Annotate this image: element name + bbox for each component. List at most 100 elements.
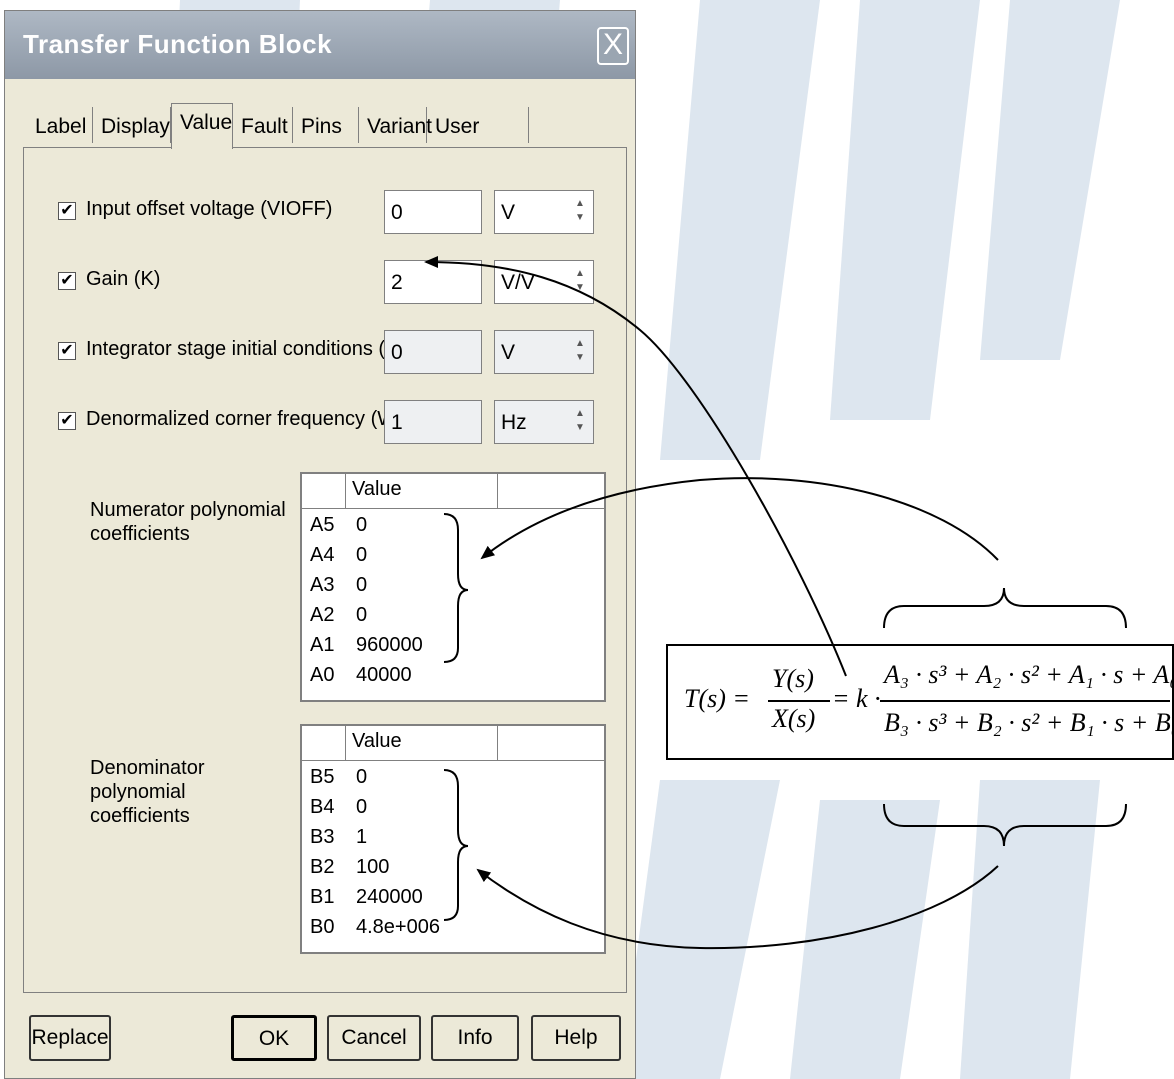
tab-fault[interactable]: Fault	[233, 107, 293, 143]
table-row[interactable]: B4 0	[302, 794, 602, 824]
title-bar[interactable]: Transfer Function Block X	[5, 11, 635, 79]
gain-unit-label: V/V	[501, 271, 535, 294]
spinner-icon[interactable]: ▲ ▼	[573, 267, 587, 297]
fraction-bar-poly	[880, 700, 1170, 702]
param-row-gain: ✔ Gain (K) 2 V/V ▲ ▼	[24, 260, 628, 310]
header-empty-cell	[498, 474, 604, 508]
tab-pins[interactable]: Pins	[293, 107, 359, 143]
coef-name: B3	[310, 826, 335, 848]
table-row[interactable]: B2 100	[302, 854, 602, 884]
close-button[interactable]: X	[597, 27, 629, 65]
w-unit-select[interactable]: Hz ▲ ▼	[494, 400, 594, 444]
equation-denominator: B₃ · s³ + B₂ · s² + B₁ · s + B₀	[884, 708, 1174, 737]
coef-value: 240000	[356, 886, 423, 908]
coef-value: 0	[356, 796, 368, 818]
denominator-table[interactable]: Value B5 0 B4 0 B3 1 B2 100 B1 240000 B0 4.8e+…	[300, 724, 606, 954]
transfer-function-dialog: Transfer Function Block X Label Display …	[4, 10, 636, 1079]
spinner-icon[interactable]: ▲ ▼	[573, 337, 587, 367]
vioff-unit-label: V	[501, 201, 516, 224]
header-empty-cell	[498, 726, 604, 760]
vioff-value-input[interactable]: 0	[384, 190, 482, 234]
value-tab-panel: ✔ Input offset voltage (VIOFF) 0 V ▲ ▼ ✔ …	[23, 147, 627, 993]
coef-value: 0	[356, 514, 368, 536]
coef-value: 100	[356, 856, 390, 878]
spinner-icon[interactable]: ▲ ▼	[573, 407, 587, 437]
help-button[interactable]: Help	[531, 1015, 621, 1061]
vioff-label: Input offset voltage (VIOFF)	[86, 198, 333, 220]
denominator-label-line1: Denominator polynomial	[90, 757, 205, 803]
numerator-label: Numerator polynomial coefficients	[90, 498, 290, 546]
coef-value: 1	[356, 826, 368, 848]
fraction-bar-io	[768, 700, 830, 702]
param-row-vint: ✔ Integrator stage initial conditions (V…	[24, 330, 628, 380]
tab-variant[interactable]: Variant	[359, 107, 432, 143]
equation-x: X(s)	[772, 704, 816, 733]
coef-name: A5	[310, 514, 335, 536]
param-row-w: ✔ Denormalized corner frequency (W) 1 Hz…	[24, 400, 628, 450]
param-row-vioff: ✔ Input offset voltage (VIOFF) 0 V ▲ ▼	[24, 190, 628, 240]
w-value-input[interactable]: 1	[384, 400, 482, 444]
vioff-unit-select[interactable]: V ▲ ▼	[494, 190, 594, 234]
spinner-icon[interactable]: ▲ ▼	[573, 197, 587, 227]
numerator-label-line1: Numerator polynomial	[90, 499, 286, 521]
tab-value[interactable]: Value	[171, 103, 233, 149]
tab-user-fields[interactable]: User Fields	[427, 107, 529, 178]
dialog-button-bar: Replace OK Cancel Info Help	[5, 1007, 635, 1077]
vint-unit-select[interactable]: V ▲ ▼	[494, 330, 594, 374]
denominator-label: Denominator polynomial coefficients	[90, 756, 290, 828]
table-row[interactable]: A1 960000	[302, 632, 602, 662]
gain-value-input[interactable]: 2	[384, 260, 482, 304]
table-row[interactable]: A0 40000	[302, 662, 602, 692]
table-row[interactable]: B5 0	[302, 764, 602, 794]
equation-y: Y(s)	[772, 664, 814, 693]
table-row[interactable]: B0 4.8e+006	[302, 914, 602, 944]
w-checkbox[interactable]: ✔	[58, 412, 76, 430]
table-row[interactable]: A3 0	[302, 572, 602, 602]
table-row[interactable]: B3 1	[302, 824, 602, 854]
coef-value: 0	[356, 604, 368, 626]
coef-name: B1	[310, 886, 335, 908]
coef-name: B0	[310, 916, 335, 938]
table-row[interactable]: A2 0	[302, 602, 602, 632]
vint-value-input[interactable]: 0	[384, 330, 482, 374]
denominator-value-header: Value	[346, 726, 498, 760]
coef-value: 0	[356, 574, 368, 596]
equation-k: = k ·	[832, 684, 881, 713]
denominator-table-header: Value	[302, 726, 604, 761]
coef-name: A4	[310, 544, 335, 566]
dialog-title: Transfer Function Block	[23, 29, 333, 59]
table-row[interactable]: B1 240000	[302, 884, 602, 914]
w-label: Denormalized corner frequency (W)	[86, 408, 403, 430]
coef-name: B4	[310, 796, 335, 818]
gain-checkbox[interactable]: ✔	[58, 272, 76, 290]
coef-value: 0	[356, 544, 368, 566]
close-icon: X	[602, 28, 623, 61]
transfer-function-equation: T(s) = Y(s) X(s) = k · A₃ · s³ + A₂ · s²…	[666, 644, 1174, 760]
tab-label[interactable]: Label	[27, 107, 93, 143]
w-unit-label: Hz	[501, 411, 527, 434]
ok-button[interactable]: OK	[231, 1015, 317, 1061]
coef-value: 0	[356, 766, 368, 788]
cancel-button[interactable]: Cancel	[327, 1015, 421, 1061]
equation-numerator: A₃ · s³ + A₂ · s² + A₁ · s + A₀	[884, 660, 1174, 689]
table-row[interactable]: A4 0	[302, 542, 602, 572]
coef-name: A0	[310, 664, 335, 686]
info-button[interactable]: Info	[431, 1015, 519, 1061]
table-row[interactable]: A5 0	[302, 512, 602, 542]
coef-name: A3	[310, 574, 335, 596]
denominator-label-line2: coefficients	[90, 805, 190, 827]
gain-unit-select[interactable]: V/V ▲ ▼	[494, 260, 594, 304]
vint-checkbox[interactable]: ✔	[58, 342, 76, 360]
coef-value: 40000	[356, 664, 412, 686]
coef-name: A1	[310, 634, 335, 656]
numerator-table[interactable]: Value A5 0 A4 0 A3 0 A2 0 A1 960000 A0 40000	[300, 472, 606, 702]
replace-button[interactable]: Replace	[29, 1015, 111, 1061]
numerator-table-header: Value	[302, 474, 604, 509]
vint-unit-label: V	[501, 341, 516, 364]
coef-name: A2	[310, 604, 335, 626]
coef-value: 960000	[356, 634, 423, 656]
numerator-label-line2: coefficients	[90, 523, 190, 545]
coef-name: B2	[310, 856, 335, 878]
vioff-checkbox[interactable]: ✔	[58, 202, 76, 220]
tab-display[interactable]: Display	[93, 107, 171, 143]
